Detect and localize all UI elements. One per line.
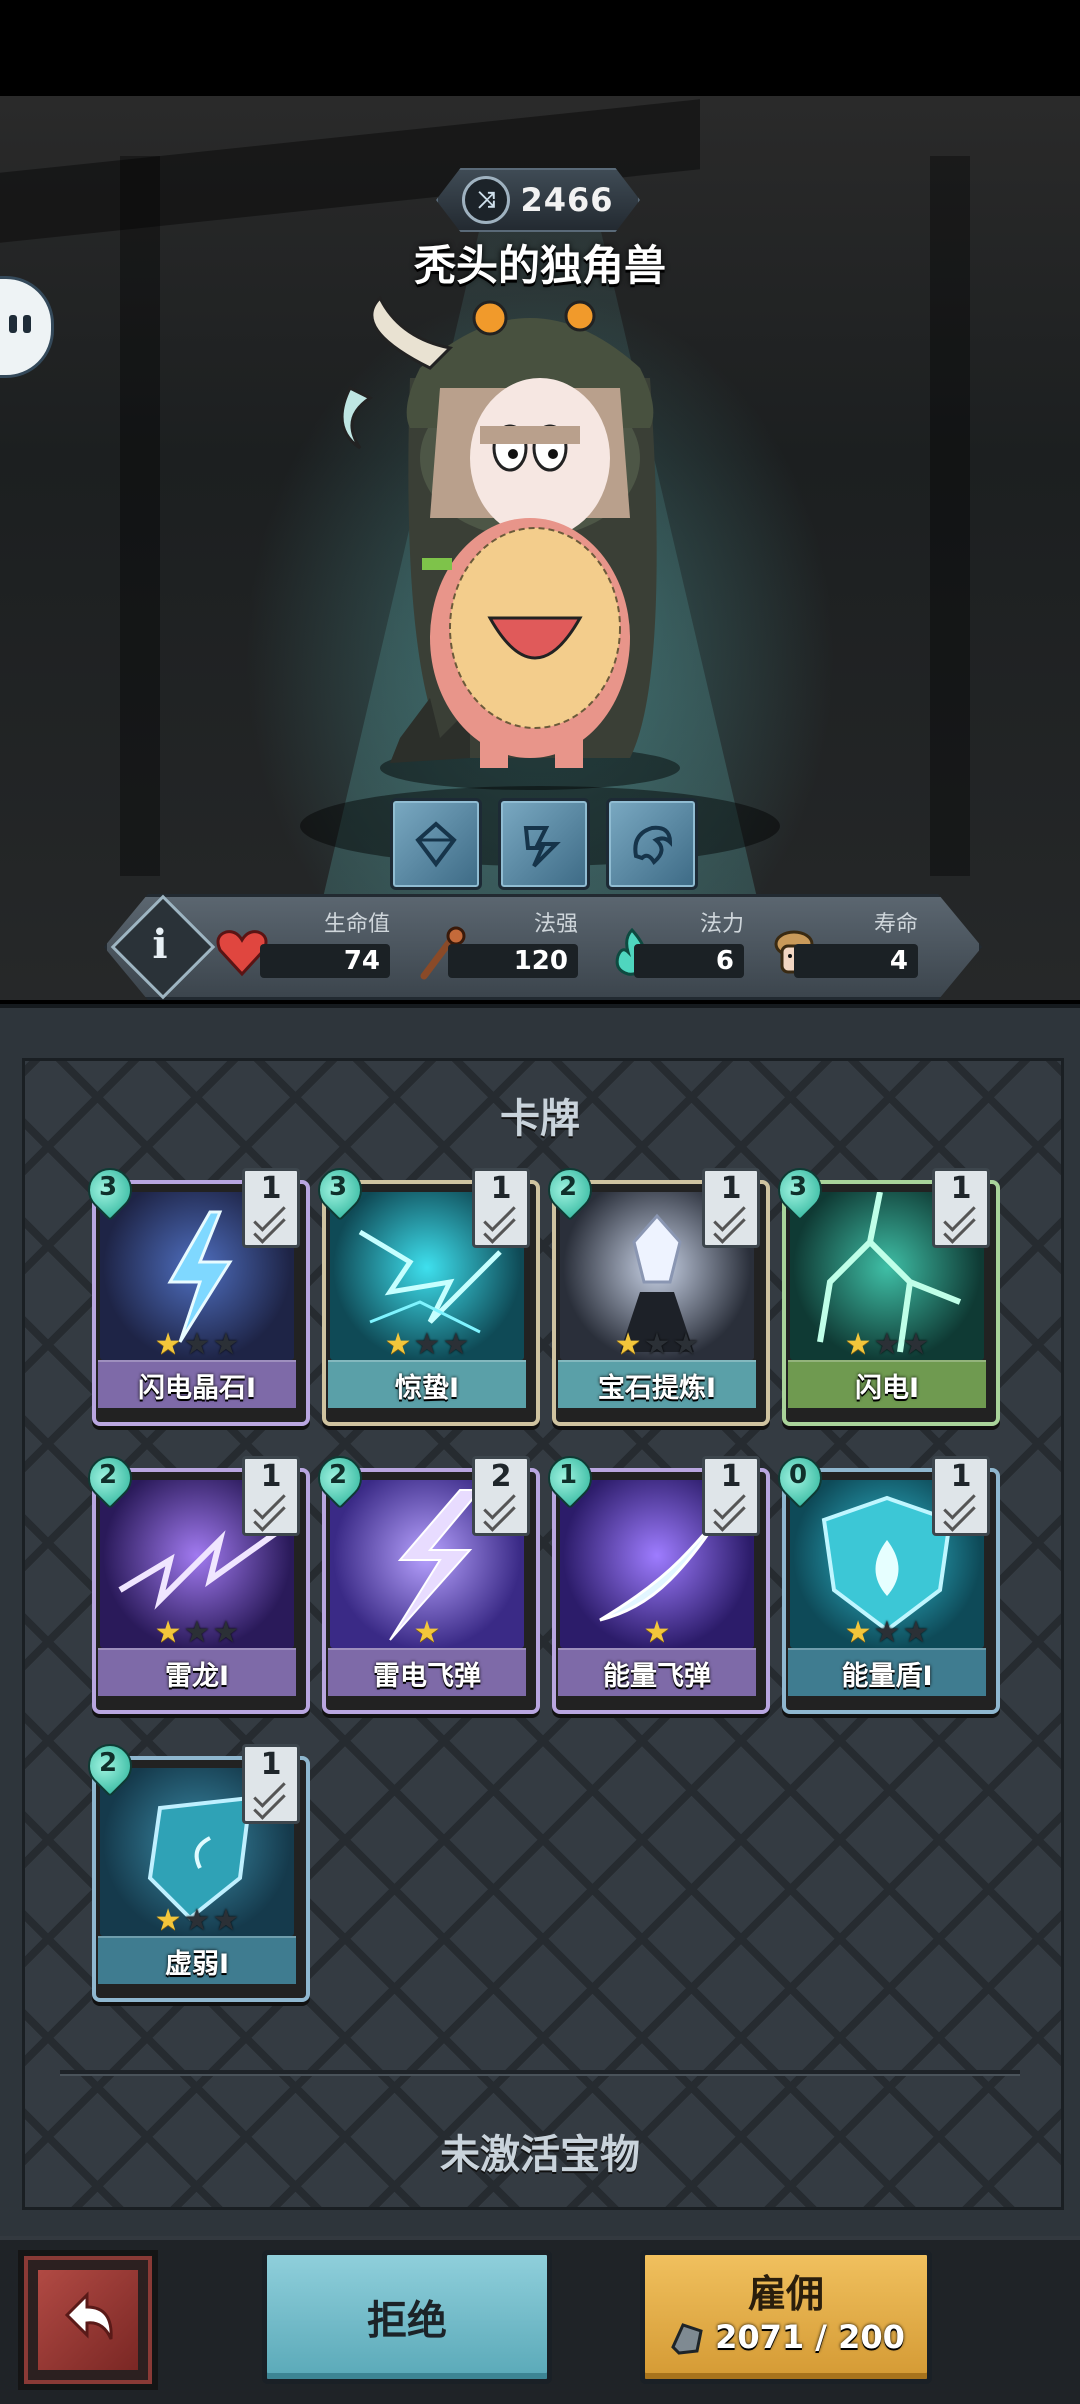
card-level-badge: 1 xyxy=(932,1456,990,1536)
hire-cost: 2071 / 200 xyxy=(715,2318,905,2356)
card-cost-badge: 1 xyxy=(538,1446,602,1510)
return-arrow-icon xyxy=(64,2291,113,2340)
card-stars: ★ ★ ★ xyxy=(384,1327,470,1362)
status-bar xyxy=(0,0,1080,96)
card-level-badge: 1 xyxy=(242,1456,300,1536)
lightning-rune-icon[interactable] xyxy=(498,798,590,890)
stat-hp-value: 74 xyxy=(260,944,390,978)
skill-slots xyxy=(390,798,698,890)
stat-lifespan-value: 4 xyxy=(794,944,918,978)
card-8[interactable]: ★ ★ ★ 虚弱I 2 1 xyxy=(78,1734,310,2002)
card-cost-badge: 2 xyxy=(78,1446,142,1510)
card-name: 雷龙I xyxy=(98,1648,296,1696)
hire-label: 雇佣 xyxy=(747,2272,824,2316)
info-icon: i xyxy=(152,920,168,968)
card-level-badge: 1 xyxy=(242,1168,300,1248)
stat-hp: 生命值 74 xyxy=(214,904,390,984)
card-stars: ★ xyxy=(643,1615,671,1650)
card-level-badge: 2 xyxy=(472,1456,530,1536)
rank-icon: ⤨ xyxy=(462,176,511,224)
card-level-badge: 1 xyxy=(702,1456,760,1536)
card-stars: ★ ★ ★ xyxy=(154,1615,240,1650)
dragon-rune-icon[interactable] xyxy=(606,798,698,890)
card-cost-badge: 3 xyxy=(78,1158,142,1222)
card-7[interactable]: ★ ★ ★ 能量盾I 0 1 xyxy=(768,1446,1000,1714)
stat-mana-value: 6 xyxy=(634,944,744,978)
card-name: 雷电飞弹 xyxy=(328,1648,526,1696)
card-6[interactable]: ★ 能量飞弹 1 1 xyxy=(538,1446,770,1714)
card-2[interactable]: ★ ★ ★ 宝石提炼I 2 1 xyxy=(538,1158,770,1426)
stat-spell-power: 法强 120 xyxy=(414,904,578,984)
card-name: 宝石提炼I xyxy=(558,1360,756,1408)
card-cost-badge: 3 xyxy=(768,1158,832,1222)
card-0[interactable]: ★ ★ ★ 闪电晶石I 3 1 xyxy=(78,1158,310,1426)
card-level-badge: 1 xyxy=(932,1168,990,1248)
card-name: 虚弱I xyxy=(98,1936,296,1984)
card-stars: ★ ★ ★ xyxy=(844,1327,930,1362)
stat-lifespan: 寿命 4 xyxy=(766,904,918,984)
level-value: 2466 xyxy=(520,181,614,219)
card-stars: ★ ★ ★ xyxy=(614,1327,700,1362)
card-stars: ★ ★ ★ xyxy=(154,1327,240,1362)
card-stars: ★ xyxy=(413,1615,441,1650)
card-cost-badge: 3 xyxy=(308,1158,372,1222)
card-level-badge: 1 xyxy=(472,1168,530,1248)
card-cost-badge: 2 xyxy=(78,1734,142,1798)
level-badge: ⤨ 2466 xyxy=(436,168,640,232)
treasure-section-title: 未激活宝物 xyxy=(440,2132,640,2178)
back-button[interactable] xyxy=(18,2250,158,2390)
stat-mana: 法力 6 xyxy=(604,904,744,984)
card-4[interactable]: ★ ★ ★ 雷龙I 2 1 xyxy=(78,1446,310,1714)
card-name: 能量盾I xyxy=(788,1648,986,1696)
card-cost-badge: 2 xyxy=(538,1158,602,1222)
stat-spell-power-value: 120 xyxy=(448,944,578,978)
gem-rune-icon[interactable] xyxy=(390,798,482,890)
reject-button[interactable]: 拒绝 xyxy=(262,2250,552,2384)
card-stars: ★ ★ ★ xyxy=(154,1903,240,1938)
card-stars: ★ ★ ★ xyxy=(844,1615,930,1650)
card-name: 闪电晶石I xyxy=(98,1360,296,1408)
card-3[interactable]: ★ ★ ★ 闪电I 3 1 xyxy=(768,1158,1000,1426)
cards-section-title: 卡牌 xyxy=(500,1096,580,1142)
card-level-badge: 1 xyxy=(702,1168,760,1248)
character-portrait[interactable] xyxy=(330,258,730,798)
card-cost-badge: 0 xyxy=(768,1446,832,1510)
card-level-badge: 1 xyxy=(242,1744,300,1824)
card-cost-badge: 2 xyxy=(308,1446,372,1510)
card-name: 惊蛰I xyxy=(328,1360,526,1408)
card-5[interactable]: ★ 雷电飞弹 2 2 xyxy=(308,1446,540,1714)
card-1[interactable]: ★ ★ ★ 惊蛰I 3 1 xyxy=(308,1158,540,1426)
section-divider xyxy=(60,2070,1020,2074)
hire-button[interactable]: 雇佣 2071 / 200 xyxy=(640,2250,932,2384)
ore-icon xyxy=(671,2323,703,2355)
card-name: 能量飞弹 xyxy=(558,1648,756,1696)
card-name: 闪电I xyxy=(788,1360,986,1408)
